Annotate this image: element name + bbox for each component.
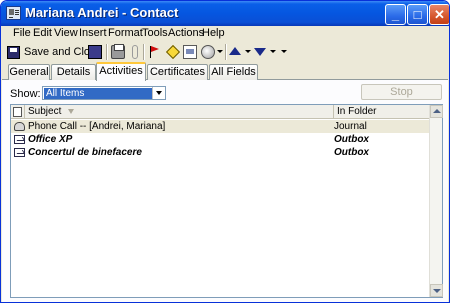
list-item[interactable]: Concertul de binefacere Outbox [11, 146, 430, 159]
contact-card-icon[interactable] [6, 6, 21, 20]
item-subject: Phone Call -- [Andrei, Mariana] [28, 121, 166, 132]
menu-tools[interactable]: Tools [142, 27, 168, 39]
diamond-icon[interactable] [165, 44, 181, 60]
column-subject-label: Subject [28, 106, 62, 117]
show-selected-value: All Items [44, 88, 152, 99]
globe-icon[interactable] [201, 45, 215, 59]
tab-general[interactable]: General [8, 64, 50, 80]
minimize-button[interactable]: _ [385, 4, 406, 25]
menu-edit[interactable]: Edit [33, 27, 52, 39]
toolbar-options-icon[interactable] [281, 50, 287, 53]
tab-activities[interactable]: Activities [96, 62, 146, 81]
item-folder: Journal [334, 121, 367, 132]
contact-window: Mariana Andrei - Contact _ □ ✕ File Edit… [0, 0, 450, 303]
document-icon [13, 107, 22, 117]
menu-bar: File Edit View Insert Format Tools Actio… [2, 26, 448, 42]
list-item[interactable]: Phone Call -- [Andrei, Mariana] Journal [11, 120, 430, 133]
maximize-button[interactable]: □ [407, 4, 428, 25]
phone-icon [14, 122, 25, 131]
item-subject: Office XP [28, 134, 73, 145]
tab-details[interactable]: Details [51, 64, 96, 80]
toolbar-separator [225, 44, 227, 60]
mail-icon [14, 148, 25, 157]
stop-button[interactable]: Stop [361, 84, 442, 100]
item-folder: Outbox [334, 147, 369, 158]
toolbar-separator [106, 44, 108, 60]
item-folder: Outbox [334, 134, 369, 145]
toolbar-separator [143, 44, 145, 60]
show-dropdown[interactable]: All Items [42, 86, 166, 100]
column-header-subject[interactable]: Subject [25, 105, 334, 119]
column-header-in-folder[interactable]: In Folder [334, 105, 430, 119]
sort-indicator-icon [68, 109, 74, 114]
chevron-down-icon[interactable] [217, 50, 223, 53]
tab-certificates[interactable]: Certificates [147, 64, 208, 80]
item-subject: Concertul de binefacere [28, 147, 142, 158]
title-bar[interactable]: Mariana Andrei - Contact _ □ ✕ [1, 1, 449, 26]
arrow-up-icon[interactable] [229, 47, 241, 55]
activities-page: Show: All Items Stop Subject In Folder P… [2, 80, 448, 302]
menu-insert[interactable]: Insert [79, 27, 107, 39]
print-icon[interactable] [111, 44, 125, 59]
menu-view[interactable]: View [54, 27, 78, 39]
maximize-icon: □ [413, 7, 422, 22]
menu-format[interactable]: Format [108, 27, 143, 39]
chevron-down-icon[interactable] [270, 50, 276, 53]
mail-icon [14, 135, 25, 144]
list-item[interactable]: Office XP Outbox [11, 133, 430, 146]
scroll-down-icon[interactable] [430, 284, 443, 297]
flag-icon[interactable] [148, 45, 162, 59]
activities-list[interactable]: Subject In Folder Phone Call -- [Andrei,… [10, 104, 443, 298]
attach-icon[interactable] [132, 45, 138, 59]
tab-strip: General Details Activities Certificates … [2, 62, 448, 81]
standard-toolbar: Save and Close [5, 43, 445, 61]
close-icon: ✕ [434, 7, 445, 22]
column-header-icon[interactable] [11, 105, 25, 119]
window-title: Mariana Andrei - Contact [25, 5, 179, 20]
arrow-down-icon[interactable] [254, 48, 266, 56]
menu-file[interactable]: File [13, 27, 31, 39]
close-button[interactable]: ✕ [429, 4, 449, 25]
minimize-icon: _ [391, 7, 400, 22]
save-icon[interactable] [88, 45, 102, 59]
chevron-down-icon[interactable] [245, 50, 251, 53]
scroll-up-icon[interactable] [430, 105, 443, 118]
vertical-scrollbar[interactable] [429, 105, 443, 297]
chevron-down-icon[interactable] [152, 87, 165, 99]
column-in-folder-label: In Folder [337, 106, 377, 117]
menu-actions[interactable]: Actions [168, 27, 204, 39]
menu-help[interactable]: Help [202, 27, 225, 39]
list-header: Subject In Folder [11, 105, 430, 119]
tab-all-fields[interactable]: All Fields [209, 64, 258, 80]
save-icon [7, 45, 20, 59]
show-label: Show: [10, 88, 41, 100]
card-icon[interactable] [183, 45, 197, 59]
